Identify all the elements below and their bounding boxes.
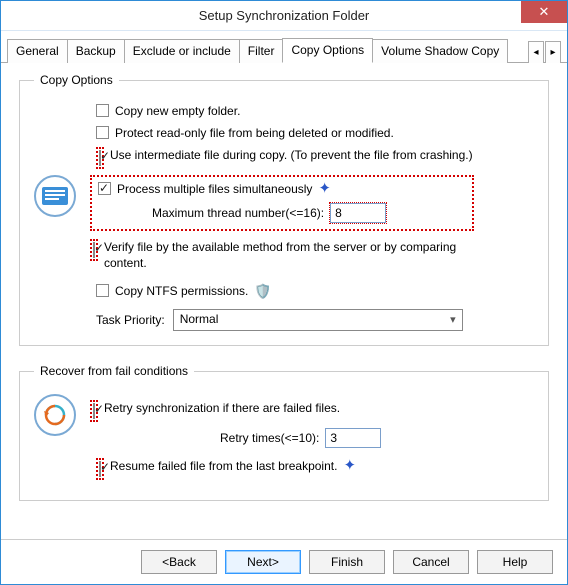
label-retry-times: Retry times(<=10):: [220, 431, 319, 445]
tab-copy-options[interactable]: Copy Options: [282, 38, 373, 63]
sync-swirl-icon: [42, 402, 68, 428]
sparkle-icon: ✦: [318, 181, 331, 197]
checkbox-intermediate-file[interactable]: [99, 150, 101, 166]
close-icon: ✕: [539, 4, 550, 20]
input-retry-times[interactable]: [325, 428, 381, 448]
option-retry-sync[interactable]: Retry synchronization if there are faile…: [90, 400, 340, 422]
tabstrip-scroll-left[interactable]: ◂: [528, 41, 544, 63]
label-task-priority: Task Priority:: [96, 313, 165, 327]
checkbox-copy-ntfs[interactable]: [96, 284, 109, 297]
checkbox-verify-file[interactable]: [93, 242, 95, 258]
tab-volume-shadow-copy[interactable]: Volume Shadow Copy: [372, 39, 508, 63]
select-task-priority[interactable]: Normal: [173, 309, 463, 331]
option-resume-breakpoint[interactable]: Resume failed file from the last breakpo…: [96, 458, 356, 480]
option-intermediate-file[interactable]: Use intermediate file during copy. (To p…: [96, 147, 473, 169]
titlebar: Setup Synchronization Folder ✕: [1, 1, 567, 31]
tab-exclude-include[interactable]: Exclude or include: [124, 39, 240, 63]
label-copy-new-empty: Copy new empty folder.: [115, 103, 240, 119]
option-copy-ntfs[interactable]: Copy NTFS permissions. 🛡️: [96, 283, 272, 299]
help-button[interactable]: Help: [477, 550, 553, 574]
tabstrip-scroll-right[interactable]: ▸: [545, 41, 561, 63]
label-max-thread: Maximum thread number(<=16):: [152, 206, 324, 220]
option-verify-file[interactable]: Verify file by the available method from…: [90, 239, 484, 271]
select-task-priority-value: Normal: [180, 312, 219, 326]
label-retry-sync: Retry synchronization if there are faile…: [104, 400, 340, 416]
checkbox-resume-breakpoint[interactable]: [99, 461, 101, 477]
tabstrip: General Backup Exclude or include Filter…: [1, 31, 567, 63]
keyboard-lines-icon: [42, 187, 68, 205]
option-multithread[interactable]: Process multiple files simultaneously ✦: [98, 181, 462, 197]
chevron-left-icon: ◂: [533, 47, 538, 58]
window-close-button[interactable]: ✕: [521, 1, 567, 23]
uac-shield-icon: 🛡️: [254, 283, 271, 299]
cancel-button[interactable]: Cancel: [393, 550, 469, 574]
group-copy-legend: Copy Options: [34, 73, 119, 87]
tab-filter[interactable]: Filter: [239, 39, 284, 63]
option-copy-new-empty[interactable]: Copy new empty folder.: [96, 103, 240, 119]
dialog-footer: <Back Next> Finish Cancel Help: [1, 539, 567, 584]
back-button[interactable]: <Back: [141, 550, 217, 574]
checkbox-copy-new-empty[interactable]: [96, 104, 109, 117]
window-title: Setup Synchronization Folder: [1, 8, 567, 23]
checkbox-protect-readonly[interactable]: [96, 126, 109, 139]
checkbox-retry-sync[interactable]: [93, 403, 95, 419]
input-max-thread[interactable]: [330, 203, 386, 223]
dialog-body: Copy Options Copy new empty folder. Prot…: [1, 63, 567, 539]
checkbox-multithread[interactable]: [98, 182, 111, 195]
group-copy-options: Copy Options Copy new empty folder. Prot…: [19, 73, 549, 346]
label-resume-breakpoint: Resume failed file from the last breakpo…: [110, 458, 337, 474]
option-protect-readonly[interactable]: Protect read-only file from being delete…: [96, 125, 394, 141]
tab-backup[interactable]: Backup: [67, 39, 125, 63]
recover-group-icon: [34, 394, 76, 436]
group-recover: Recover from fail conditions Retry synch…: [19, 364, 549, 501]
group-recover-legend: Recover from fail conditions: [34, 364, 194, 378]
label-protect-readonly: Protect read-only file from being delete…: [115, 125, 394, 141]
label-copy-ntfs: Copy NTFS permissions.: [115, 283, 248, 299]
label-multithread: Process multiple files simultaneously: [117, 181, 312, 197]
next-button[interactable]: Next>: [225, 550, 301, 574]
label-intermediate-file: Use intermediate file during copy. (To p…: [110, 147, 473, 163]
finish-button[interactable]: Finish: [309, 550, 385, 574]
dialog-window: Setup Synchronization Folder ✕ General B…: [0, 0, 568, 585]
tab-general[interactable]: General: [7, 39, 68, 63]
sparkle-icon: ✦: [343, 458, 356, 474]
copy-group-icon: [34, 175, 76, 217]
label-verify-file: Verify file by the available method from…: [104, 239, 484, 271]
chevron-right-icon: ▸: [550, 47, 555, 58]
